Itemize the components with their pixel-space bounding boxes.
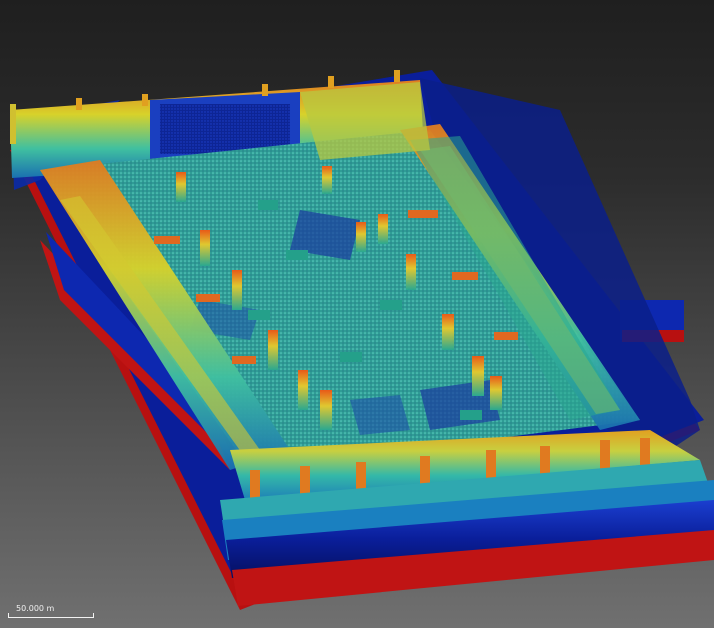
- scale-bar: 50.000 m: [8, 604, 94, 618]
- point-cloud-render[interactable]: [0, 0, 714, 628]
- scale-bar-line: [8, 613, 94, 618]
- scale-bar-label: 50.000 m: [16, 604, 55, 613]
- point-cloud-viewport[interactable]: 50.000 m: [0, 0, 714, 628]
